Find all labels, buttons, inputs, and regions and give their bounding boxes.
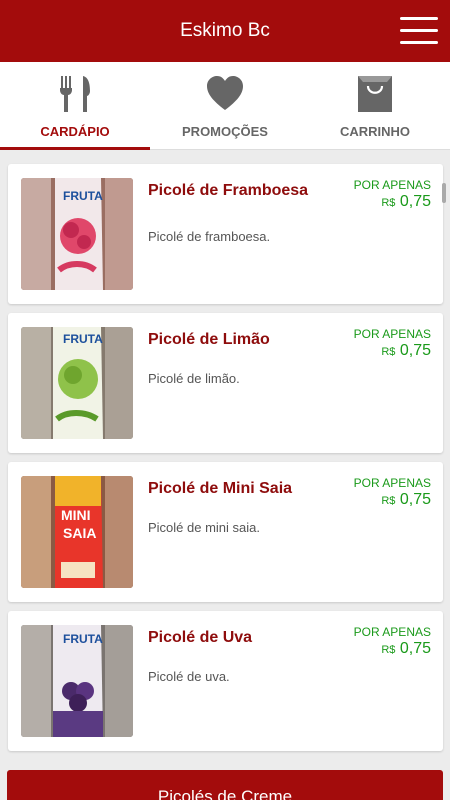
- product-image: FRUTA: [21, 625, 133, 737]
- product-image: FRUTA: [21, 327, 133, 439]
- fork-knife-icon: [60, 76, 90, 112]
- product-card[interactable]: MINI SAIA Picolé de Mini Saia Picolé de …: [8, 462, 443, 602]
- product-description: Picolé de framboesa.: [148, 229, 271, 244]
- svg-text:FRUTA: FRUTA: [63, 632, 103, 646]
- product-image: MINI SAIA: [21, 476, 133, 588]
- heart-icon: [207, 76, 243, 110]
- product-title: Picolé de Limão: [148, 331, 270, 348]
- tab-carrinho[interactable]: CARRINHO: [300, 62, 450, 150]
- product-card[interactable]: FRUTA Picolé de Limão Picolé de limão. P…: [8, 313, 443, 453]
- price-label: POR APENAS: [353, 476, 431, 490]
- product-price: R$ 0,75: [381, 491, 431, 509]
- price-value: 0,75: [399, 193, 431, 210]
- product-title: Picolé de Uva: [148, 629, 253, 646]
- price-label: POR APENAS: [353, 178, 431, 192]
- svg-text:FRUTA: FRUTA: [63, 189, 103, 203]
- price-value: 0,75: [399, 491, 431, 508]
- product-description: Picolé de limão.: [148, 371, 240, 386]
- tab-label: CARRINHO: [339, 124, 411, 139]
- product-price: R$ 0,75: [381, 640, 431, 658]
- price-label: POR APENAS: [353, 625, 431, 639]
- svg-text:MINI: MINI: [61, 507, 91, 523]
- product-list[interactable]: FRUTA Picolé de Framboesa Picolé de fram…: [0, 150, 450, 800]
- price-value: 0,75: [399, 342, 431, 359]
- price-value: 0,75: [399, 640, 431, 657]
- product-title: Picolé de Mini Saia: [148, 480, 293, 497]
- shopping-bag-icon: [358, 76, 392, 112]
- product-description: Picolé de mini saia.: [148, 520, 260, 535]
- tab-label: CARDÁPIO: [40, 124, 110, 139]
- product-price: R$ 0,75: [381, 342, 431, 360]
- product-card[interactable]: FRUTA Picolé de Uva Picolé de uva. POR A…: [8, 611, 443, 751]
- price-currency: R$: [381, 346, 396, 358]
- tab-cardapio[interactable]: CARDÁPIO: [0, 62, 150, 150]
- price-currency: R$: [381, 495, 396, 507]
- product-image: FRUTA: [21, 178, 133, 290]
- category-header-button[interactable]: Picolés de Creme: [7, 770, 443, 800]
- hamburger-menu-icon[interactable]: [400, 17, 438, 45]
- product-price: R$ 0,75: [381, 193, 431, 211]
- price-currency: R$: [381, 197, 396, 209]
- price-currency: R$: [381, 644, 396, 656]
- tab-promocoes[interactable]: PROMOÇÕES: [150, 62, 300, 150]
- scrollbar-thumb[interactable]: [442, 183, 446, 203]
- app-bar: Eskimo Bc: [0, 0, 450, 62]
- svg-text:FRUTA: FRUTA: [63, 332, 103, 346]
- svg-text:SAIA: SAIA: [63, 525, 96, 541]
- product-card[interactable]: FRUTA Picolé de Framboesa Picolé de fram…: [8, 164, 443, 304]
- app-title: Eskimo Bc: [180, 20, 270, 41]
- tab-bar: CARDÁPIO PROMOÇÕES CARRINHO: [0, 62, 450, 150]
- product-description: Picolé de uva.: [148, 669, 230, 684]
- tab-label: PROMOÇÕES: [182, 124, 268, 139]
- price-label: POR APENAS: [353, 327, 431, 341]
- product-title: Picolé de Framboesa: [148, 182, 309, 199]
